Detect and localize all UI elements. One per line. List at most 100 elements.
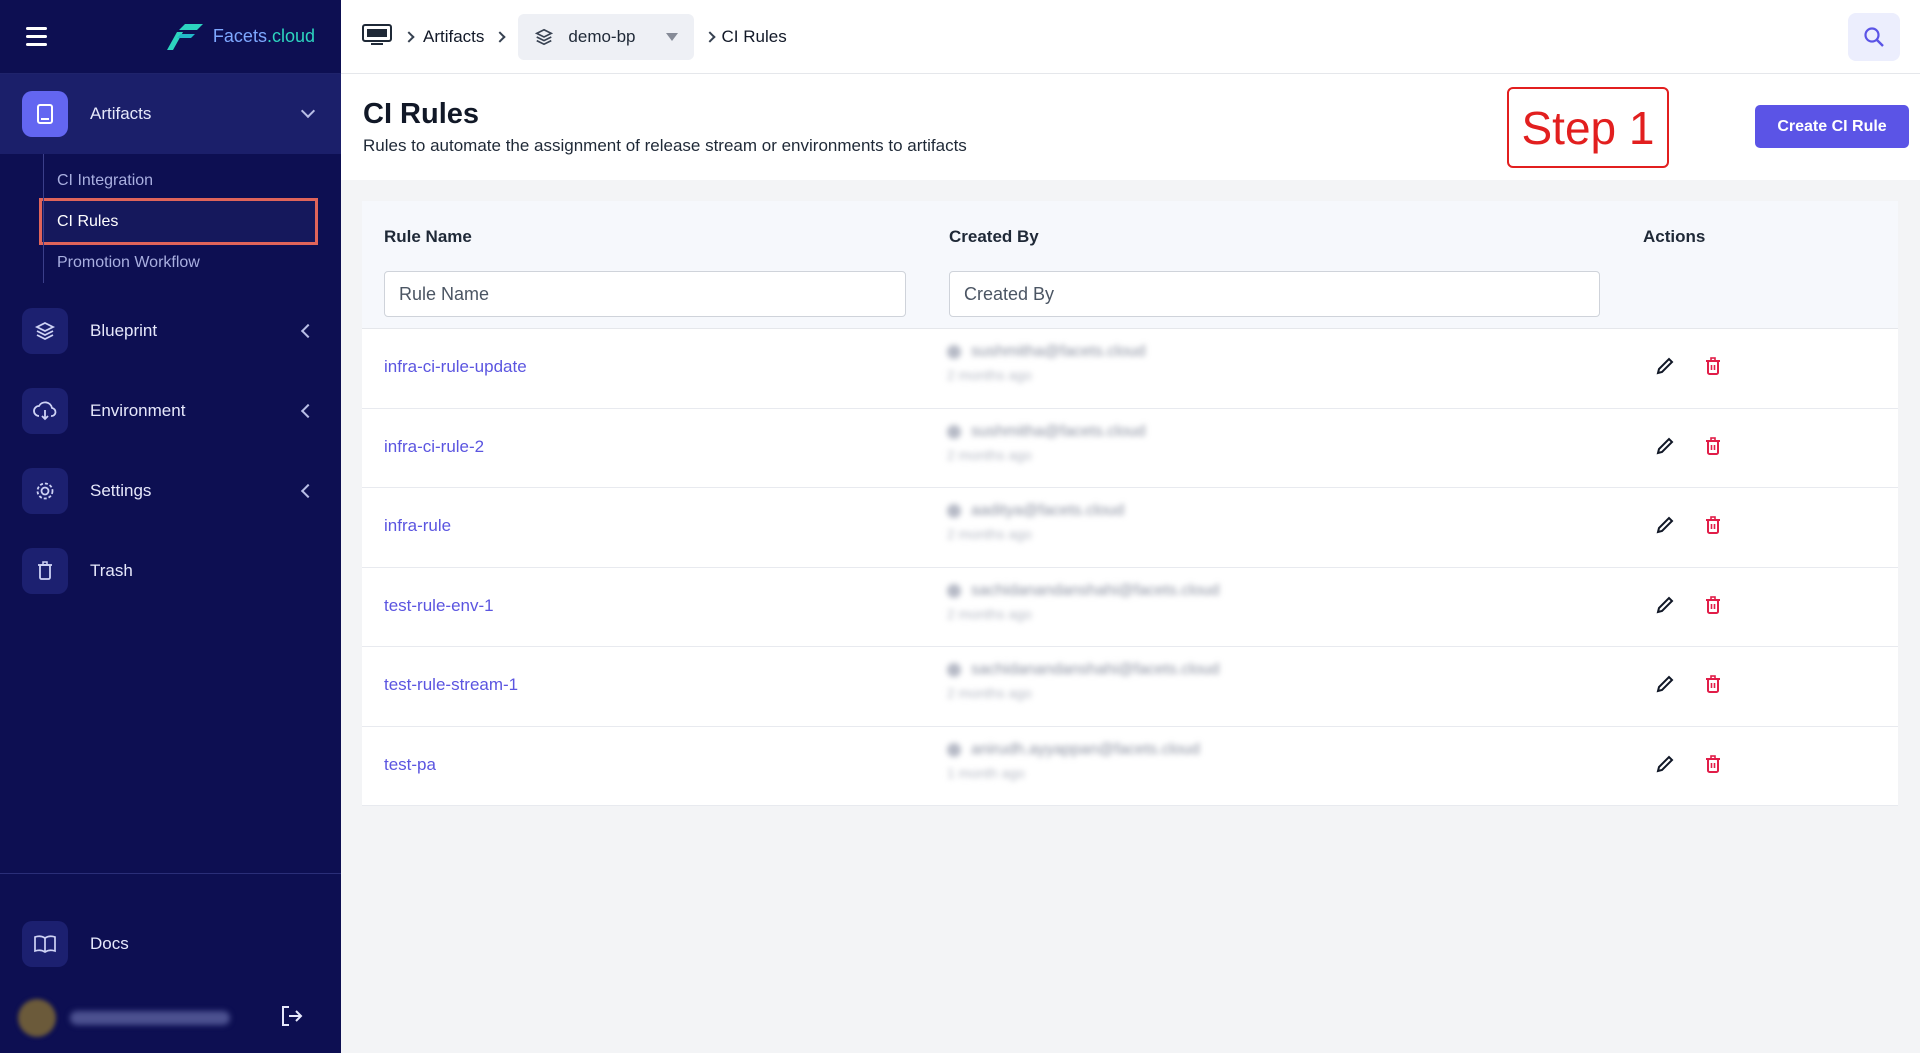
table-row: test-rule-env-1 sachidanandanshahi@facet…	[362, 568, 1898, 647]
sidebar-footer: Docs	[0, 873, 341, 1053]
edit-icon[interactable]	[1654, 594, 1676, 616]
page-subtitle: Rules to automate the assignment of rele…	[363, 136, 967, 155]
sidebar-item-settings[interactable]: Settings	[0, 451, 341, 531]
dropdown-arrow-icon	[665, 32, 678, 41]
created-by-filter-input[interactable]	[949, 271, 1600, 317]
sidebar-item-ci-integration[interactable]: CI Integration	[0, 160, 341, 201]
rule-name-link[interactable]: infra-rule	[384, 516, 451, 536]
demo-icon[interactable]	[361, 22, 393, 51]
user-icon	[947, 663, 961, 677]
brand-name: Facets.cloud	[212, 26, 315, 46]
delete-icon[interactable]	[1702, 753, 1724, 775]
edit-icon[interactable]	[1654, 753, 1676, 775]
layers-icon	[22, 308, 68, 354]
table-row: infra-ci-rule-2 sushmitha@facets.cloud 2…	[362, 409, 1898, 488]
breadcrumb-separator-icon	[494, 30, 507, 43]
edit-icon[interactable]	[1654, 514, 1676, 536]
open-book-icon	[22, 921, 68, 967]
created-time: 2 months ago	[947, 367, 1032, 383]
table-header: Rule Name Created By Actions	[362, 201, 1898, 329]
sidebar-item-blueprint[interactable]: Blueprint	[0, 291, 341, 371]
search-button[interactable]	[1848, 13, 1900, 61]
created-time: 2 months ago	[947, 526, 1032, 542]
user-icon	[947, 504, 961, 518]
sidebar-item-label: Environment	[90, 401, 186, 420]
creator-cell: sachidanandanshahi@facets.cloud 2 months…	[947, 582, 1267, 637]
table-body: infra-ci-rule-update sushmitha@facets.cl…	[362, 329, 1898, 806]
sidebar-item-docs[interactable]: Docs	[0, 904, 341, 984]
trash-icon	[22, 548, 68, 594]
create-ci-rule-button[interactable]: Create CI Rule	[1755, 105, 1909, 148]
rule-name-link[interactable]: test-pa	[384, 755, 436, 775]
creator-cell: anirudh.ayyappan@facets.cloud 1 month ag…	[947, 741, 1267, 796]
facets-logo[interactable]: Facets.cloud	[163, 22, 315, 52]
sidebar-item-ci-rules[interactable]: CI Rules	[39, 198, 318, 245]
user-icon	[947, 742, 961, 757]
delete-icon[interactable]	[1702, 673, 1724, 695]
sidebar-header: Facets.cloud	[0, 0, 341, 74]
rule-name-link[interactable]: infra-ci-rule-2	[384, 437, 484, 457]
menu-icon[interactable]	[26, 27, 47, 46]
artifacts-submenu: CI Integration CI Rules Promotion Workfl…	[0, 154, 341, 291]
column-header-actions: Actions	[1643, 227, 1706, 246]
page-header: CI Rules Rules to automate the assignmen…	[341, 74, 1920, 180]
creator-cell: sushmitha@facets.cloud 2 months ago	[947, 343, 1267, 398]
table-row: test-pa anirudh.ayyappan@facets.cloud 1 …	[362, 727, 1898, 806]
nav-artifacts-group: Artifacts CI Integration CI Rules Promot…	[0, 74, 341, 291]
rule-name-filter-input[interactable]	[384, 271, 906, 317]
logout-icon[interactable]	[279, 1004, 305, 1033]
table-row: infra-ci-rule-update sushmitha@facets.cl…	[362, 329, 1898, 409]
chevron-left-icon	[300, 483, 316, 499]
blueprint-name: demo-bp	[568, 26, 636, 46]
creator-email: anirudh.ayyappan@facets.cloud	[971, 740, 1200, 758]
chevron-left-icon	[300, 403, 316, 419]
delete-icon[interactable]	[1702, 514, 1724, 536]
user-profile[interactable]	[0, 988, 341, 1048]
top-bar: Artifacts demo-bp CI Rules	[341, 0, 1920, 74]
user-icon	[947, 424, 961, 439]
sidebar-item-environment[interactable]: Environment	[0, 371, 341, 451]
table-row: infra-rule aaditya@facets.cloud 2 months…	[362, 488, 1898, 568]
edit-icon[interactable]	[1654, 435, 1676, 457]
column-header-created-by: Created By	[949, 227, 1039, 246]
page-title: CI Rules	[363, 98, 480, 130]
book-icon	[22, 91, 68, 137]
sidebar-item-label: Settings	[90, 481, 152, 500]
facets-logo-icon	[166, 23, 203, 50]
creator-email: sushmitha@facets.cloud	[971, 343, 1146, 360]
sidebar-item-label: Blueprint	[90, 321, 158, 340]
sidebar-item-artifacts[interactable]: Artifacts	[0, 74, 341, 154]
creator-email: sachidanandanshahi@facets.cloud	[971, 661, 1220, 678]
blueprint-selector[interactable]: demo-bp	[518, 13, 694, 60]
delete-icon[interactable]	[1702, 355, 1724, 377]
creator-email: aaditya@facets.cloud	[971, 502, 1125, 519]
rule-name-link[interactable]: infra-ci-rule-update	[384, 357, 527, 377]
delete-icon[interactable]	[1702, 435, 1724, 457]
step-annotation: Step 1	[1507, 87, 1669, 168]
chevron-down-icon	[300, 103, 316, 119]
edit-icon[interactable]	[1654, 355, 1676, 377]
user-icon	[947, 345, 961, 359]
created-time: 2 months ago	[947, 685, 1032, 701]
sidebar-item-label: Trash	[90, 561, 133, 580]
sidebar-item-label: Docs	[90, 934, 129, 953]
avatar	[18, 999, 56, 1037]
sidebar-item-promotion-workflow[interactable]: Promotion Workflow	[0, 242, 341, 283]
breadcrumb-current: CI Rules	[721, 26, 787, 46]
user-icon	[947, 583, 961, 598]
creator-cell: sushmitha@facets.cloud 2 months ago	[947, 423, 1267, 478]
rule-name-link[interactable]: test-rule-env-1	[384, 596, 494, 616]
creator-email: sachidanandanshahi@facets.cloud	[971, 581, 1220, 599]
creator-cell: sachidanandanshahi@facets.cloud 2 months…	[947, 661, 1267, 716]
cloud-download-icon	[22, 388, 68, 434]
creator-email: sushmitha@facets.cloud	[971, 422, 1146, 440]
sidebar-item-label: Artifacts	[90, 104, 152, 123]
rule-name-link[interactable]: test-rule-stream-1	[384, 675, 518, 695]
sidebar-item-trash[interactable]: Trash	[0, 531, 341, 611]
breadcrumb-artifacts[interactable]: Artifacts	[423, 27, 484, 47]
user-name-blurred	[70, 1011, 230, 1025]
table-row: test-rule-stream-1 sachidanandanshahi@fa…	[362, 647, 1898, 727]
edit-icon[interactable]	[1654, 673, 1676, 695]
delete-icon[interactable]	[1702, 594, 1724, 616]
column-header-rule-name: Rule Name	[384, 227, 472, 246]
